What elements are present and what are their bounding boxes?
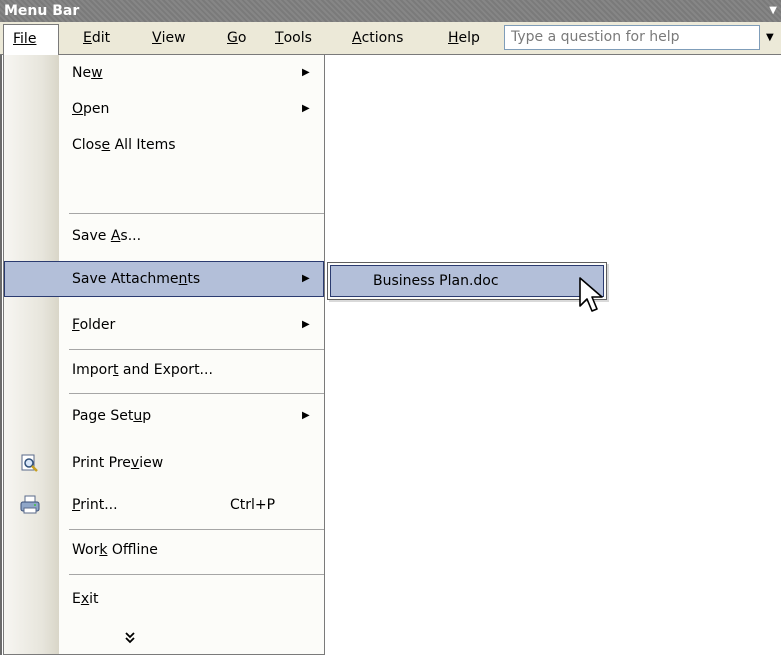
- help-dropdown-icon[interactable]: ▼: [766, 32, 774, 43]
- menu-item-save-attachments[interactable]: Save Attachments ▶: [4, 261, 324, 297]
- menu-item-exit[interactable]: Exit: [4, 581, 324, 617]
- menu-bar: File Edit View Go Tools Actions Help Typ…: [0, 22, 781, 55]
- file-menu: New ▶ Open ▶ Close All Items Save As... …: [3, 55, 325, 655]
- menu-item-work-offline[interactable]: Work Offline: [4, 532, 324, 568]
- menu-actions[interactable]: Actions: [352, 26, 403, 51]
- chevron-double-down-icon[interactable]: [122, 630, 138, 646]
- menu-separator: [69, 574, 324, 575]
- mouse-pointer-icon: [579, 277, 603, 312]
- menu-item-open[interactable]: Open ▶: [4, 91, 324, 127]
- toolbar-options-icon[interactable]: ▼: [769, 0, 777, 22]
- menu-separator: [69, 393, 324, 394]
- submenu-arrow-icon: ▶: [302, 103, 310, 114]
- submenu-arrow-icon: ▶: [302, 410, 310, 421]
- submenu-arrow-icon: ▶: [302, 273, 310, 284]
- print-preview-icon: [21, 454, 38, 472]
- menu-file[interactable]: File: [3, 24, 59, 55]
- menu-item-save-as[interactable]: Save As...: [4, 218, 324, 254]
- ask-question-input[interactable]: Type a question for help: [504, 25, 760, 50]
- menu-tools[interactable]: Tools: [275, 26, 312, 51]
- menu-item-import-export[interactable]: Import and Export...: [4, 352, 324, 388]
- menu-item-new[interactable]: New ▶: [4, 55, 324, 91]
- menu-view[interactable]: View: [152, 26, 186, 51]
- save-attachments-submenu: Business Plan.doc: [327, 262, 607, 300]
- submenu-arrow-icon: ▶: [302, 67, 310, 78]
- submenu-arrow-icon: ▶: [302, 319, 310, 330]
- attachment-business-plan[interactable]: Business Plan.doc: [330, 265, 604, 297]
- printer-icon: [20, 495, 40, 514]
- menu-separator: [69, 529, 324, 530]
- menu-separator: [69, 213, 324, 214]
- print-shortcut: Ctrl+P: [230, 497, 276, 513]
- menu-item-close-all-items[interactable]: Close All Items: [4, 127, 324, 163]
- title-text: Menu Bar: [4, 3, 80, 19]
- menu-go[interactable]: Go: [227, 26, 246, 51]
- menu-item-print-preview[interactable]: Print Preview: [4, 445, 324, 481]
- menu-help[interactable]: Help: [448, 26, 480, 51]
- menu-bar-title: Menu Bar ▼: [0, 0, 781, 22]
- menu-separator: [69, 349, 324, 350]
- menu-item-print[interactable]: Print... Ctrl+P: [4, 487, 324, 523]
- menu-item-folder[interactable]: Folder ▶: [4, 307, 324, 343]
- menu-edit[interactable]: Edit: [83, 26, 110, 51]
- menu-item-page-setup[interactable]: Page Setup ▶: [4, 398, 324, 434]
